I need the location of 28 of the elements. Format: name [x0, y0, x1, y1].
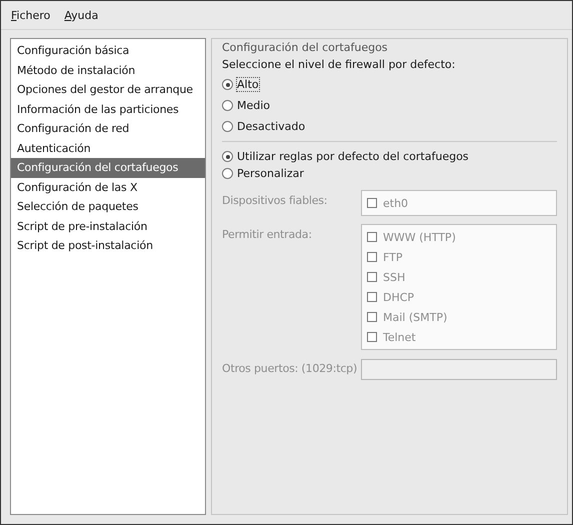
sidebar-item[interactable]: Script de post-instalación	[11, 236, 205, 256]
sidebar-item[interactable]: Método de instalación	[11, 60, 205, 80]
sidebar-item[interactable]: Opciones del gestor de arranque	[11, 80, 205, 100]
sidebar-item[interactable]: Selección de paquetes	[11, 197, 205, 216]
radio-button[interactable]	[222, 100, 233, 111]
sidebar-item[interactable]: Información de las particiones	[11, 100, 205, 119]
menu-item[interactable]: Ayuda	[64, 6, 98, 24]
sidebar-item[interactable]: Configuración de las X	[11, 178, 205, 197]
sidebar-item[interactable]: Autenticación	[11, 138, 205, 158]
radio-label[interactable]: Personalizar	[237, 167, 304, 180]
sidebar-item[interactable]: Configuración básica	[11, 41, 205, 60]
sidebar-item[interactable]: Configuración del cortafuegos	[11, 158, 205, 178]
prompt-text: Seleccione el nivel de firewall por defecto:	[222, 58, 456, 71]
radio-label[interactable]: Medio	[237, 99, 270, 112]
field-label: Dispositivos fiables:	[222, 194, 328, 207]
radio-label[interactable]: Desactivado	[237, 120, 306, 133]
radio-label[interactable]: Utilizar reglas por defecto del cortafuegos	[237, 150, 469, 163]
sidebar-item[interactable]: Configuración de red	[11, 119, 205, 138]
radio-button[interactable]	[222, 168, 233, 179]
sidebar-item[interactable]: Script de pre-instalación	[11, 216, 205, 236]
field-label: Otros puertos: (1029:tcp)	[222, 362, 358, 375]
radio-label[interactable]: Alto	[237, 78, 259, 91]
field-label: Permitir entrada:	[222, 228, 312, 241]
radio-button[interactable]	[222, 151, 233, 162]
radio-button[interactable]	[222, 79, 233, 90]
radio-button[interactable]	[222, 121, 233, 132]
group-title: Configuración del cortafuegos	[222, 41, 388, 54]
menu-item[interactable]: Fichero	[11, 6, 50, 24]
